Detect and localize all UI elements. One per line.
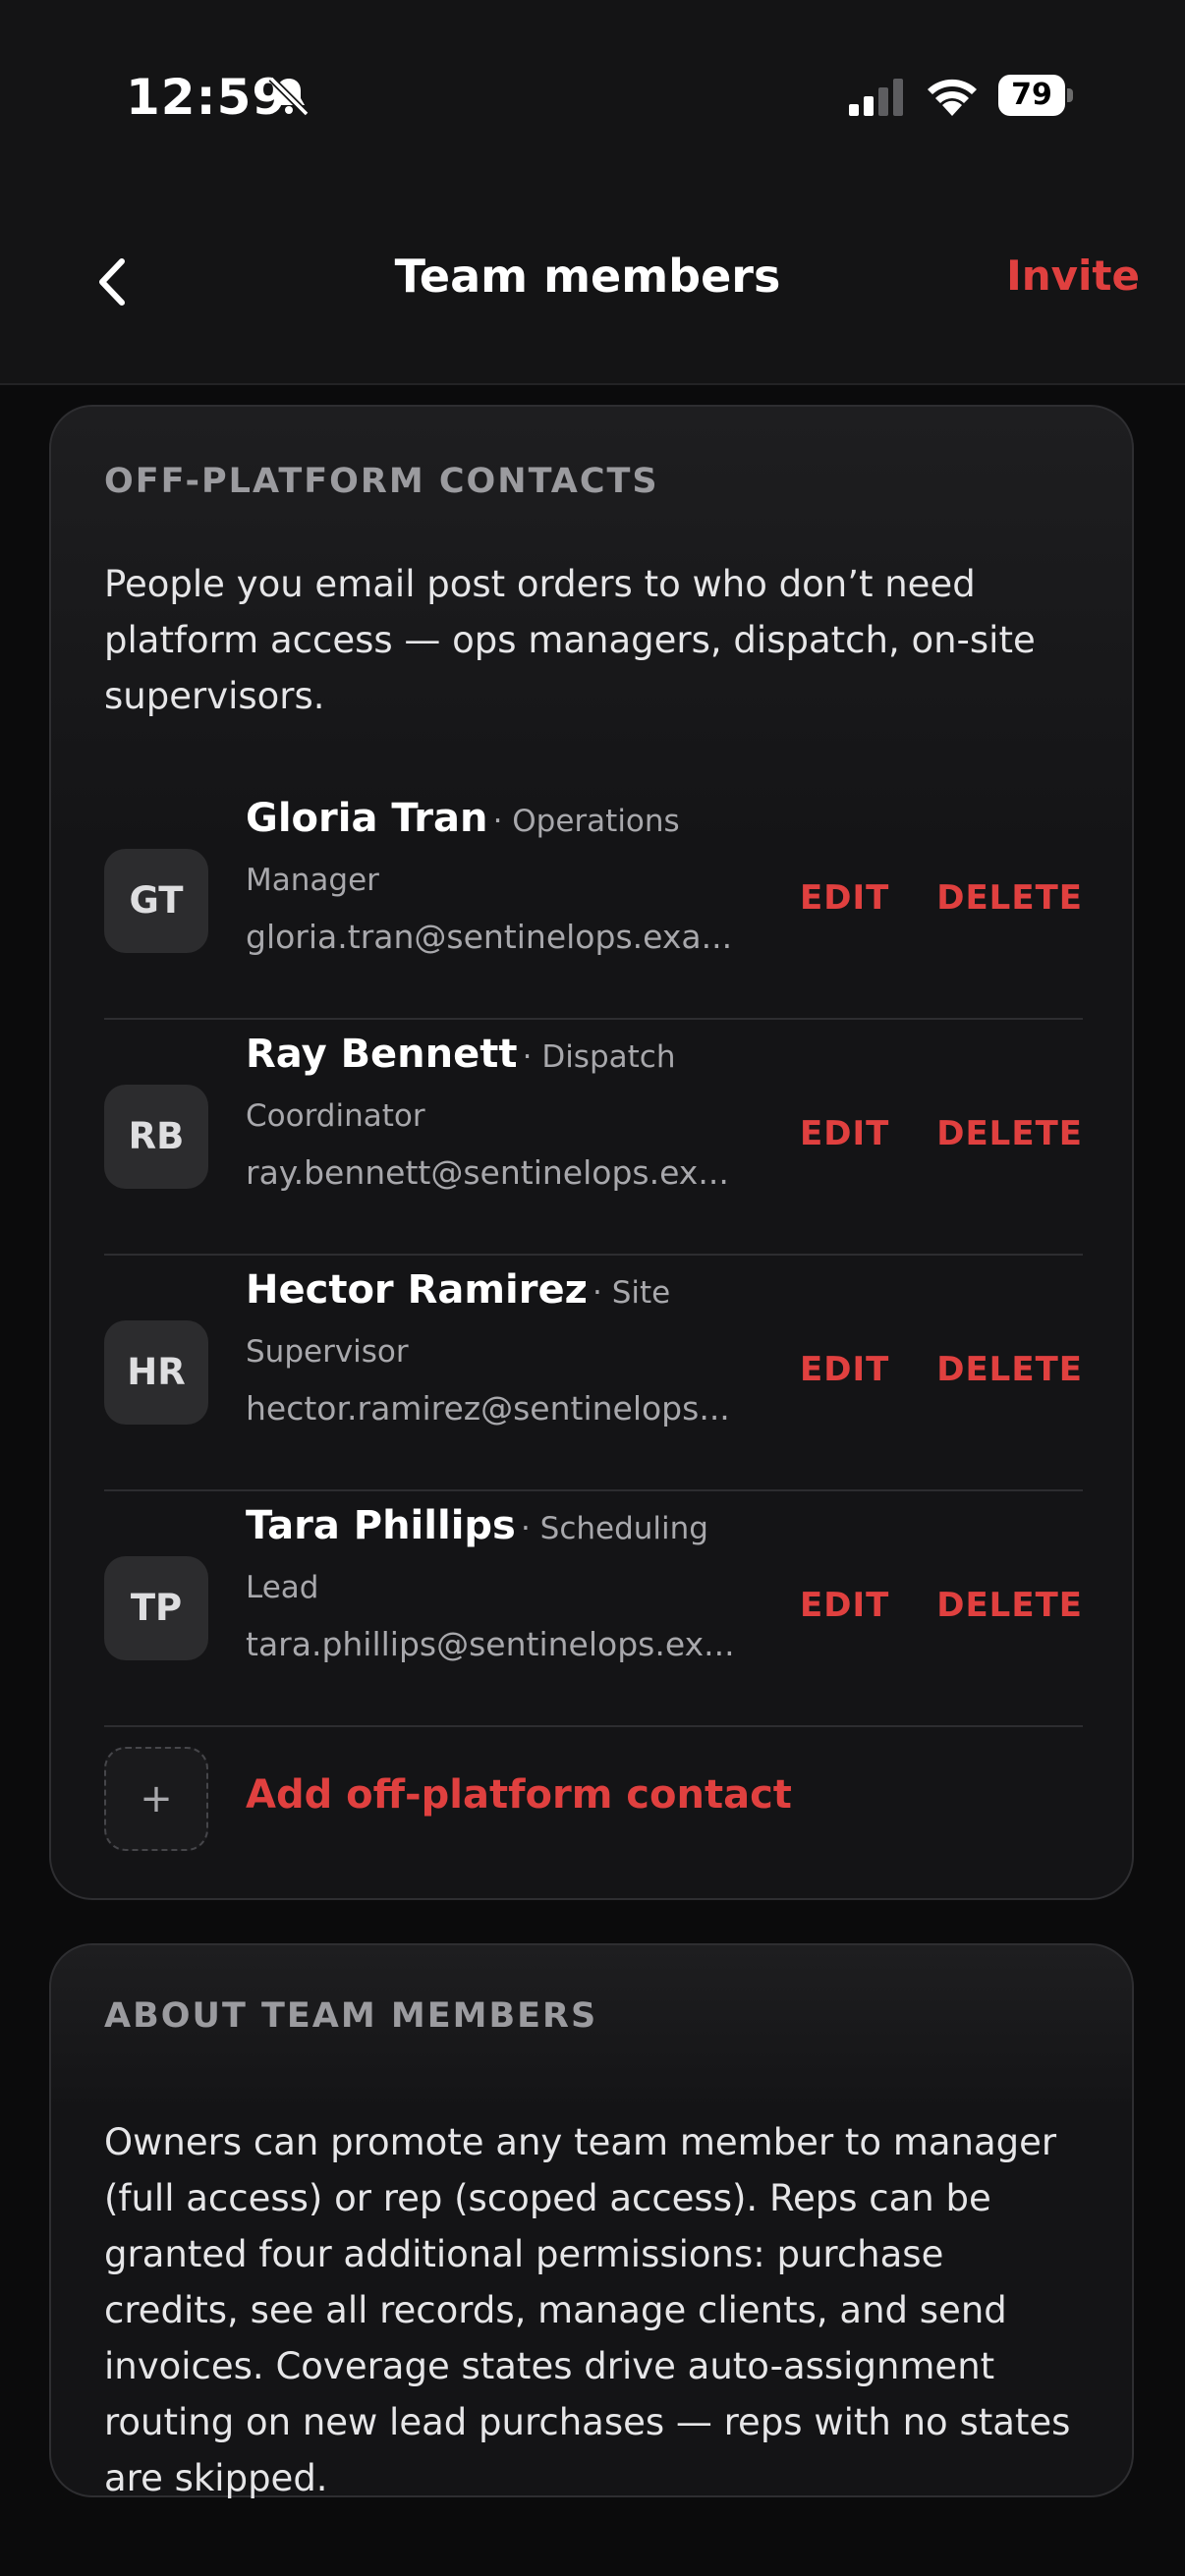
divider [104,1725,1083,1727]
avatar: HR [104,1320,208,1425]
contact-email: gloria.tran@sentinelops.exa... [246,918,733,956]
add-off-platform-contact-button[interactable]: + Add off-platform contact [104,1747,1083,1855]
contact-email: tara.phillips@sentinelops.ex... [246,1625,735,1663]
about-team-members-card: ABOUT TEAM MEMBERS Owners can promote an… [49,1943,1134,2499]
avatar: RB [104,1085,208,1189]
contact-row: HR Hector Ramirez · Site Supervisor hect… [104,1258,1083,1491]
divider [104,1018,1083,1020]
contact-name: Gloria Tran [246,796,488,841]
contact-role: · Operations [492,804,680,839]
contact-role: · Site [592,1275,671,1311]
add-contact-label[interactable]: Add off-platform contact [246,1772,792,1818]
contact-email: ray.bennett@sentinelops.ex... [246,1153,729,1192]
avatar: TP [104,1556,208,1660]
section-description: People you email post orders to who don’… [104,563,1036,717]
battery-level: 79 [998,75,1065,116]
contact-name: Tara Phillips [246,1503,516,1548]
contact-role: · Scheduling [520,1511,708,1546]
contact-email: hector.ramirez@sentinelops... [246,1389,730,1428]
about-text: Owners can promote any team member to ma… [104,2121,1071,2499]
contact-role: · Dispatch [522,1039,676,1075]
delete-button[interactable]: DELETE [936,1114,1083,1153]
contact-row: RB Ray Bennett · Dispatch Coordinator ra… [104,1022,1083,1256]
contact-role-continued: Coordinator [246,1098,425,1134]
edit-button[interactable]: EDIT [800,1586,889,1625]
off-platform-contacts-card: OFF-PLATFORM CONTACTS People you email p… [49,405,1134,1900]
divider [104,1254,1083,1256]
divider [104,1489,1083,1491]
edit-button[interactable]: EDIT [800,878,889,918]
bell-muted-icon [268,76,310,117]
cellular-signal-icon [849,79,903,116]
contact-name: Hector Ramirez [246,1267,588,1313]
wifi-icon [928,79,977,116]
contact-row: GT Gloria Tran · Operations Manager glor… [104,786,1083,1020]
section-title: OFF-PLATFORM CONTACTS [104,462,659,501]
plus-icon[interactable]: + [104,1747,208,1851]
delete-button[interactable]: DELETE [936,1350,1083,1389]
avatar: GT [104,849,208,953]
battery-icon: 79 [998,75,1073,116]
contact-role-continued: Manager [246,863,379,898]
contact-row: TP Tara Phillips · Scheduling Lead tara.… [104,1493,1083,1727]
delete-button[interactable]: DELETE [936,1586,1083,1625]
edit-button[interactable]: EDIT [800,1114,889,1153]
delete-button[interactable]: DELETE [936,878,1083,918]
edit-button[interactable]: EDIT [800,1350,889,1389]
contact-role-continued: Lead [246,1570,319,1605]
status-time: 12:59 [126,69,288,126]
contact-name: Ray Bennett [246,1032,518,1077]
invite-button[interactable]: Invite [983,252,1140,300]
section-title: ABOUT TEAM MEMBERS [104,1996,598,2036]
contact-role-continued: Supervisor [246,1334,409,1370]
